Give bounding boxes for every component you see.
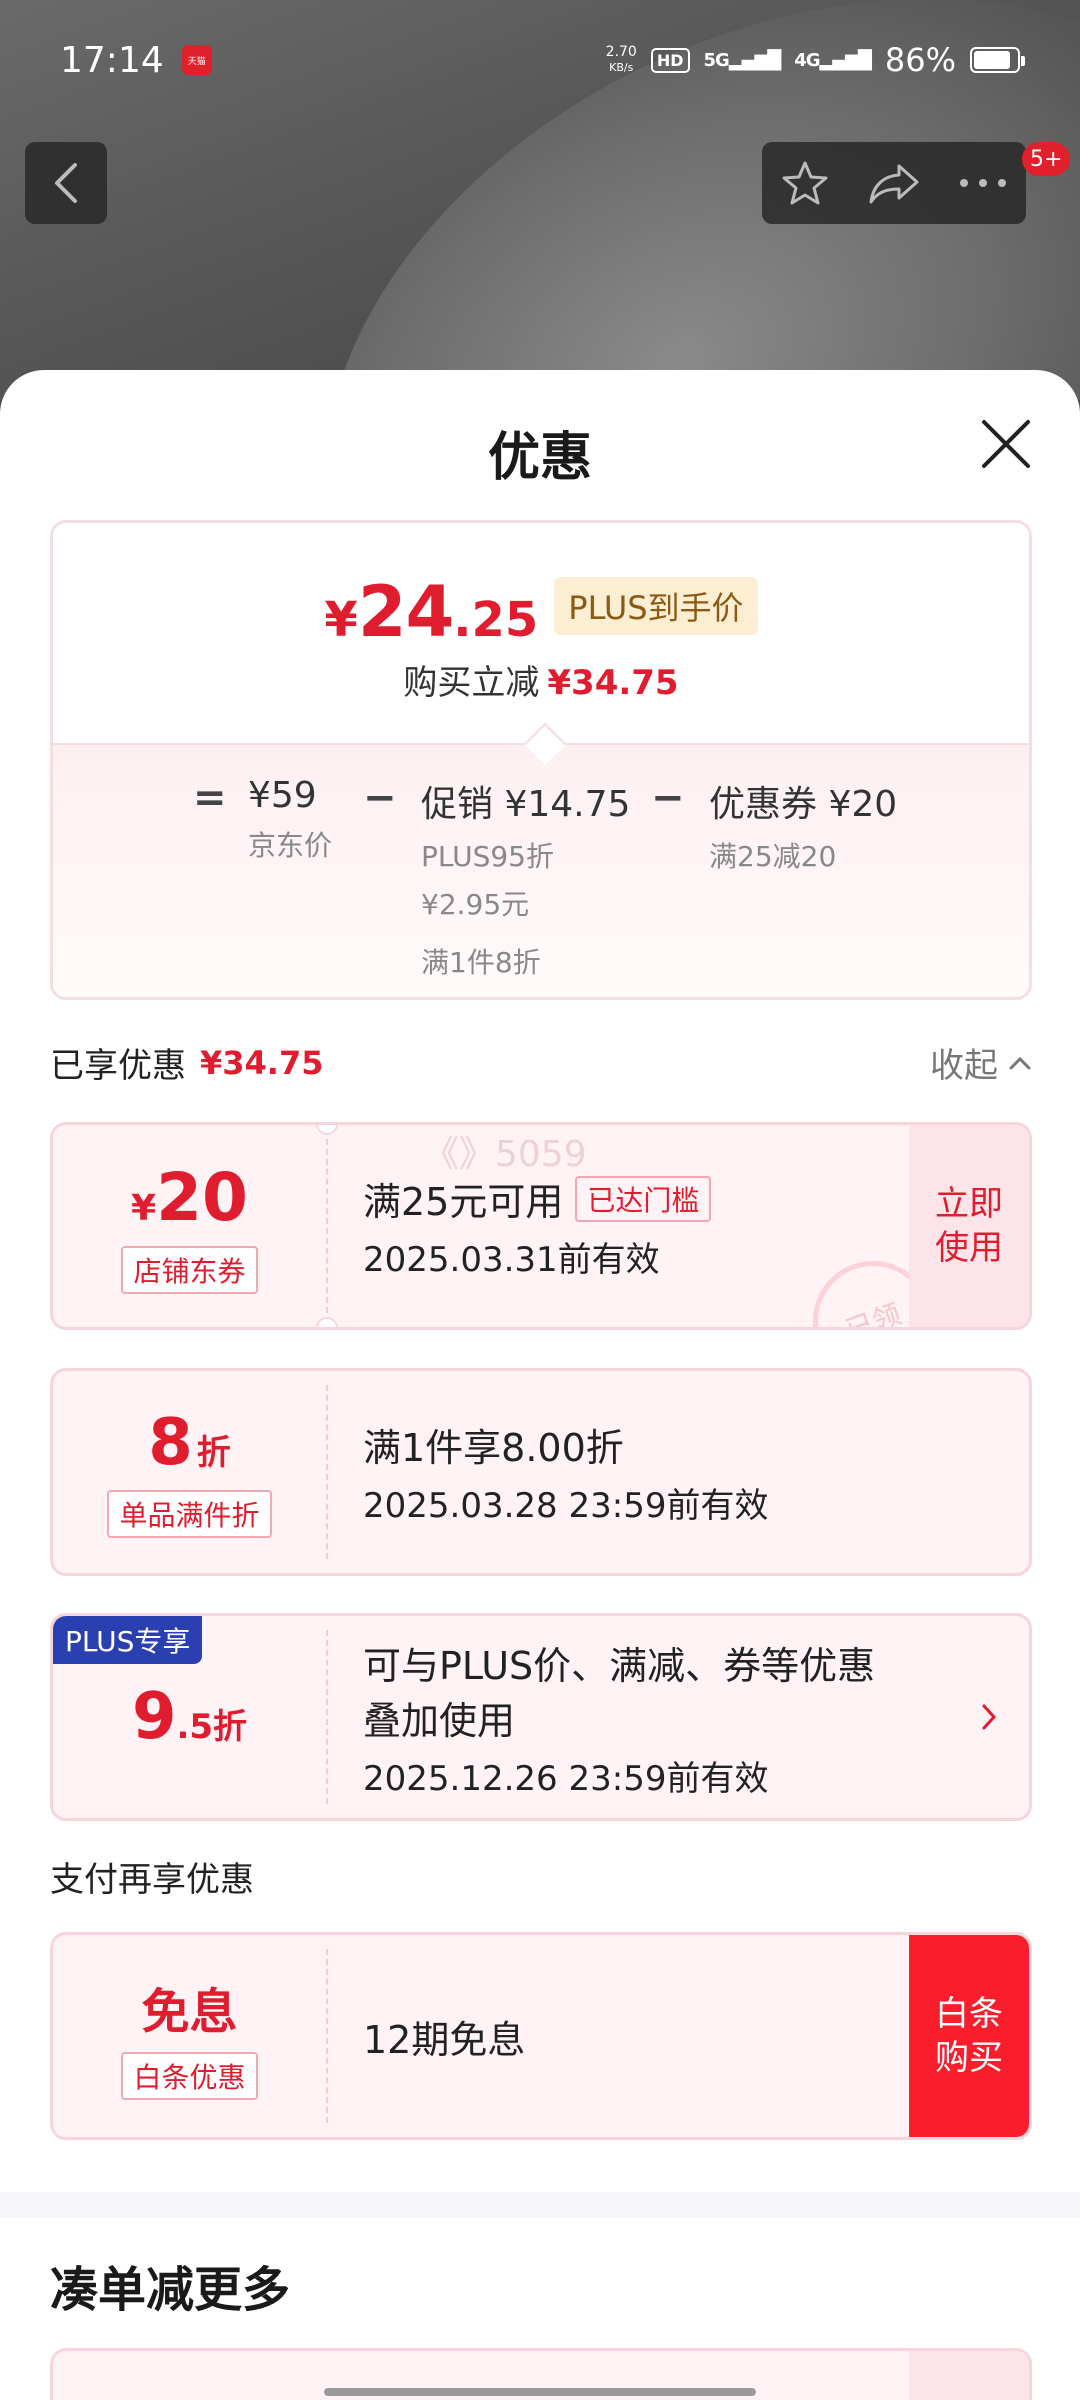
signal-5g-icon: 5G▂▄▆█ — [703, 49, 782, 71]
price-summary-card: ¥ 24 .25 PLUS到手价 购买立减 ¥34.75 = ¥59 京东价 − … — [50, 520, 1032, 1000]
promo-block: 促销 ¥14.75 PLUS95折 ¥2.95元 满1件8折 — [421, 784, 631, 979]
shop-coupon-card[interactable]: ¥ 20 店铺东券 《》5059 满25元可用 已达门槛 2025.03.31前… — [50, 1122, 1032, 1330]
jd-price-block: ¥59 京东价 — [248, 775, 333, 862]
more-icon[interactable] — [958, 177, 1008, 189]
threshold-met-tag: 已达门槛 — [575, 1175, 712, 1222]
baitiao-tag: 白条优惠 — [121, 2052, 258, 2100]
signal-4g-icon: 4G▂▄▆█ — [794, 49, 872, 71]
collapse-button[interactable]: 收起 — [930, 1038, 1032, 1087]
home-indicator[interactable] — [324, 2388, 756, 2396]
star-icon[interactable] — [780, 158, 830, 208]
baitiao-card[interactable]: 免息 白条优惠 12期免息 白条 购买 — [50, 1932, 1032, 2140]
plus-price-tag: PLUS到手价 — [554, 577, 758, 635]
chevron-right-icon — [982, 1704, 997, 1730]
battery-percent: 86% — [884, 41, 956, 79]
sheet-title: 优惠 — [487, 428, 592, 488]
discount-type-tag: 单品满件折 — [107, 1490, 272, 1538]
price-formula: = ¥59 京东价 − 促销 ¥14.75 PLUS95折 ¥2.95元 满1件… — [53, 743, 1029, 997]
network-speed: 2.70 KB/s — [605, 44, 637, 75]
section-divider — [0, 2192, 1080, 2218]
more-deals-title: 凑单减更多 — [50, 2262, 291, 2318]
final-price: ¥ 24 .25 PLUS到手价 — [53, 571, 1029, 653]
tmall-notification-icon: 天猫 — [181, 45, 212, 75]
detail-arrow[interactable] — [949, 1616, 1029, 1818]
status-bar: 17:14 天猫 2.70 KB/s HD 5G▂▄▆█ 4G▂▄▆█ 86% — [0, 0, 1080, 120]
discount-sheet: 优惠 ¥ 24 .25 PLUS到手价 购买立减 ¥34.75 = ¥59 京东价… — [0, 370, 1080, 2400]
pay-discount-header: 支付再享优惠 — [50, 1860, 254, 1900]
use-now-button[interactable]: 立即 使用 — [909, 1125, 1029, 1327]
baitiao-buy-button[interactable]: 白条 购买 — [909, 1935, 1029, 2137]
enjoyed-discount-header: 已享优惠 ¥34.75 收起 — [50, 1038, 1032, 1087]
coupon-type-tag: 店铺东券 — [121, 1245, 258, 1294]
share-icon[interactable] — [867, 160, 921, 206]
message-count-badge: 5+ — [1022, 142, 1071, 176]
close-icon[interactable] — [978, 416, 1034, 472]
hd-icon: HD — [650, 47, 690, 73]
coupon-block: 优惠券 ¥20 满25减20 — [709, 784, 898, 873]
plus-discount-card[interactable]: PLUS专享 9 .5折 可与PLUS价、满减、券等优惠 叠加使用 2025.1… — [50, 1613, 1032, 1821]
top-action-bar — [762, 142, 1026, 224]
chevron-up-icon — [1009, 1056, 1031, 1069]
back-button[interactable] — [25, 142, 107, 224]
chevron-left-icon — [55, 163, 77, 203]
battery-icon — [970, 47, 1025, 73]
item-discount-card: 8 折 单品满件折 满1件享8.00折 2025.03.28 23:59前有效 — [50, 1368, 1032, 1576]
status-time: 17:14 — [60, 39, 164, 81]
instant-reduction: 购买立减 ¥34.75 — [403, 663, 679, 703]
